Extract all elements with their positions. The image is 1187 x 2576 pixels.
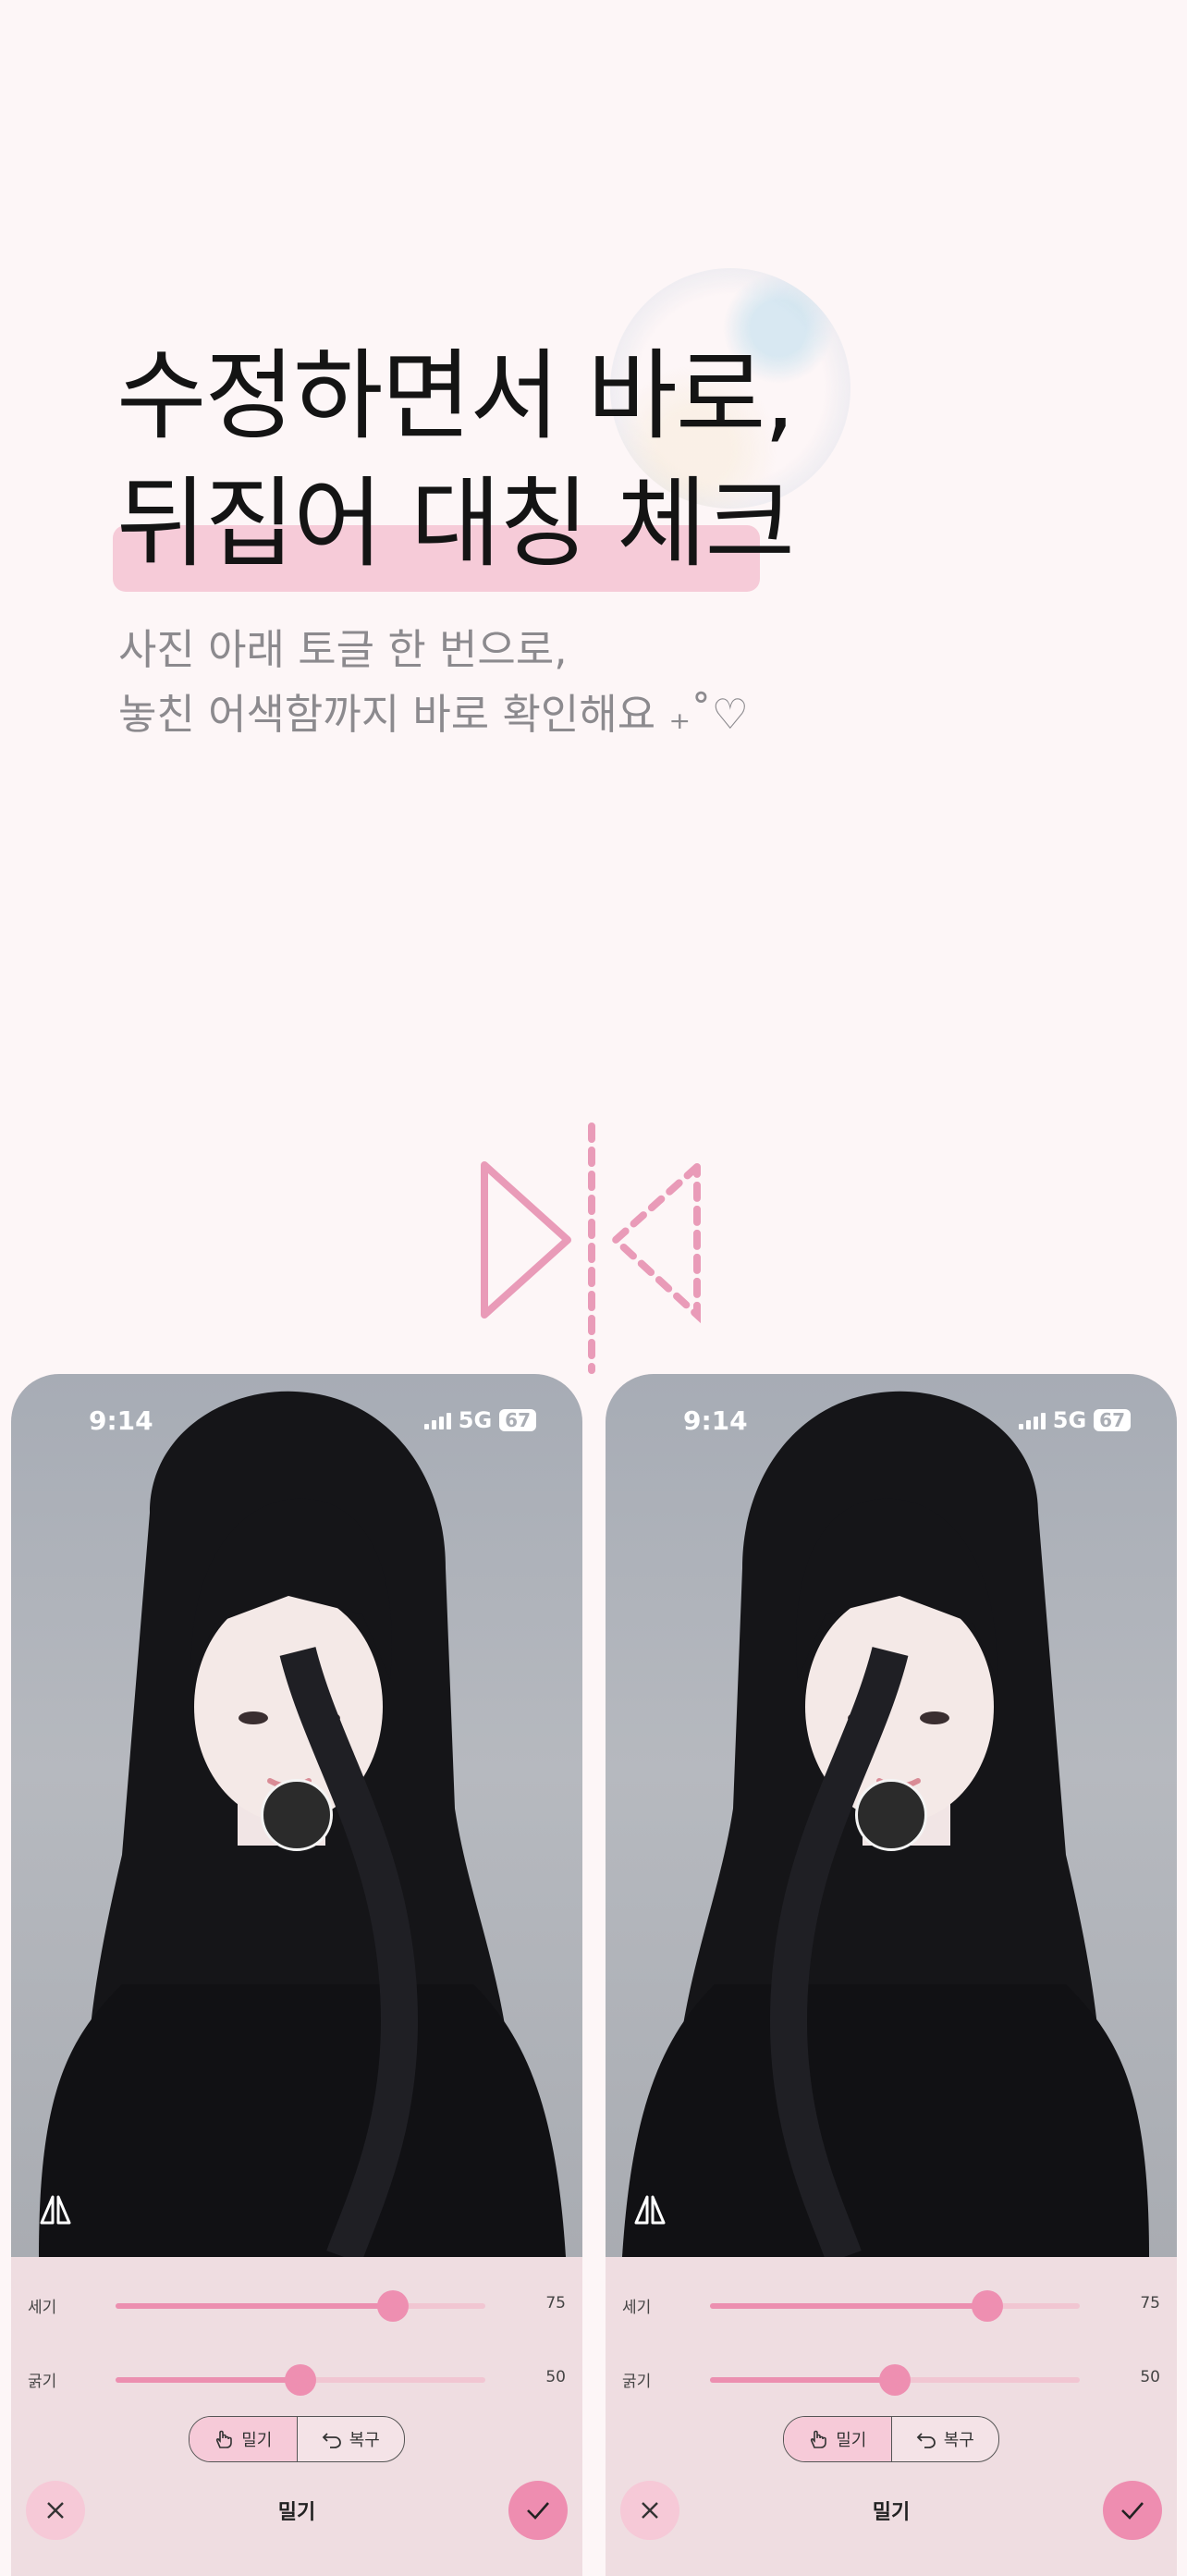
strength-slider[interactable]: 세기 75: [11, 2287, 582, 2324]
thickness-slider[interactable]: 굵기 50: [11, 2361, 582, 2398]
status-network: 5G 67: [423, 1407, 536, 1433]
check-icon: [1121, 2502, 1144, 2520]
status-time: 9:14: [683, 1405, 748, 1436]
slider-value: 75: [545, 2294, 566, 2312]
check-icon: [527, 2502, 549, 2520]
confirm-button[interactable]: [1103, 2481, 1162, 2540]
push-tool-button[interactable]: 밀기: [784, 2417, 892, 2461]
editor-controls: 세기 75 굵기 50 밀기 복구 밀기: [606, 2257, 1177, 2576]
slider-thumb[interactable]: [879, 2364, 911, 2396]
slider-track[interactable]: [116, 2364, 485, 2396]
slider-track[interactable]: [710, 2364, 1080, 2396]
portrait-photo: 9:14 5G 67: [11, 1374, 582, 2257]
status-network: 5G 67: [1018, 1407, 1131, 1433]
battery-icon: 67: [1094, 1409, 1131, 1431]
slider-value: 50: [1140, 2368, 1160, 2386]
headline-line-2: 뒤집어 대칭 체크: [116, 467, 795, 581]
network-label: 5G: [458, 1407, 493, 1433]
signal-icon: [423, 1411, 451, 1429]
slider-track[interactable]: [116, 2290, 485, 2322]
mode-title: 밀기: [277, 2501, 316, 2524]
status-bar: 9:14 5G 67: [11, 1402, 582, 1448]
brush-cursor[interactable]: [855, 1779, 927, 1851]
undo-icon: [916, 2433, 936, 2448]
slider-value: 50: [545, 2368, 566, 2386]
slider-thumb[interactable]: [377, 2290, 409, 2322]
bottom-bar: 밀기: [11, 2479, 582, 2553]
status-time: 9:14: [89, 1405, 153, 1436]
restore-tool-button[interactable]: 복구: [298, 2417, 405, 2461]
slider-label: 세기: [622, 2299, 652, 2317]
tool-toggle: 밀기 복구: [189, 2416, 405, 2462]
mode-title: 밀기: [872, 2501, 911, 2524]
slider-label: 굵기: [28, 2373, 57, 2391]
signal-icon: [1018, 1411, 1046, 1429]
network-label: 5G: [1052, 1407, 1087, 1433]
brush-cursor[interactable]: [261, 1779, 333, 1851]
hand-icon: [216, 2430, 232, 2448]
slider-thumb[interactable]: [972, 2290, 1003, 2322]
push-tool-button[interactable]: 밀기: [190, 2417, 298, 2461]
headline-line-1: 수정하면서 바로,: [116, 339, 795, 453]
status-bar: 9:14 5G 67: [606, 1402, 1177, 1448]
mirror-symmetry-icon: [481, 1122, 701, 1374]
slider-label: 세기: [28, 2299, 57, 2317]
strength-slider[interactable]: 세기 75: [606, 2287, 1177, 2324]
hand-icon: [811, 2430, 826, 2448]
editor-controls: 세기 75 굵기 50 밀기 복구 밀기: [11, 2257, 582, 2576]
restore-tool-label: 복구: [349, 2431, 380, 2450]
flip-icon[interactable]: [39, 2195, 72, 2225]
subtitle-line-2: 놓친 어색함까지 바로 확인해요 ₊˚♡: [118, 690, 750, 739]
confirm-button[interactable]: [508, 2481, 568, 2540]
restore-tool-button[interactable]: 복구: [892, 2417, 999, 2461]
thickness-slider[interactable]: 굵기 50: [606, 2361, 1177, 2398]
portrait-photo-flipped: 9:14 5G 67: [606, 1374, 1177, 2257]
battery-icon: 67: [499, 1409, 536, 1431]
headline: 수정하면서 바로, 뒤집어 대칭 체크: [113, 333, 795, 592]
phone-preview-flipped: 9:14 5G 67 세기 75 굵기 50 밀기 복구 밀기: [606, 1374, 1177, 2576]
restore-tool-label: 복구: [943, 2431, 974, 2450]
slider-thumb[interactable]: [285, 2364, 316, 2396]
subtitle: 사진 아래 토글 한 번으로, 놓친 어색함까지 바로 확인해요 ₊˚♡: [118, 618, 749, 747]
push-tool-label: 밀기: [241, 2431, 273, 2450]
slider-label: 굵기: [622, 2373, 652, 2391]
subtitle-line-1: 사진 아래 토글 한 번으로,: [118, 625, 568, 674]
flip-icon[interactable]: [633, 2195, 667, 2225]
undo-icon: [322, 2433, 341, 2448]
slider-track[interactable]: [710, 2290, 1080, 2322]
slider-value: 75: [1140, 2294, 1160, 2312]
tool-toggle: 밀기 복구: [783, 2416, 999, 2462]
push-tool-label: 밀기: [836, 2431, 867, 2450]
bottom-bar: 밀기: [606, 2479, 1177, 2553]
phone-preview-original: 9:14 5G 67 세기 75 굵기 50 밀기 복구 밀기: [11, 1374, 582, 2576]
